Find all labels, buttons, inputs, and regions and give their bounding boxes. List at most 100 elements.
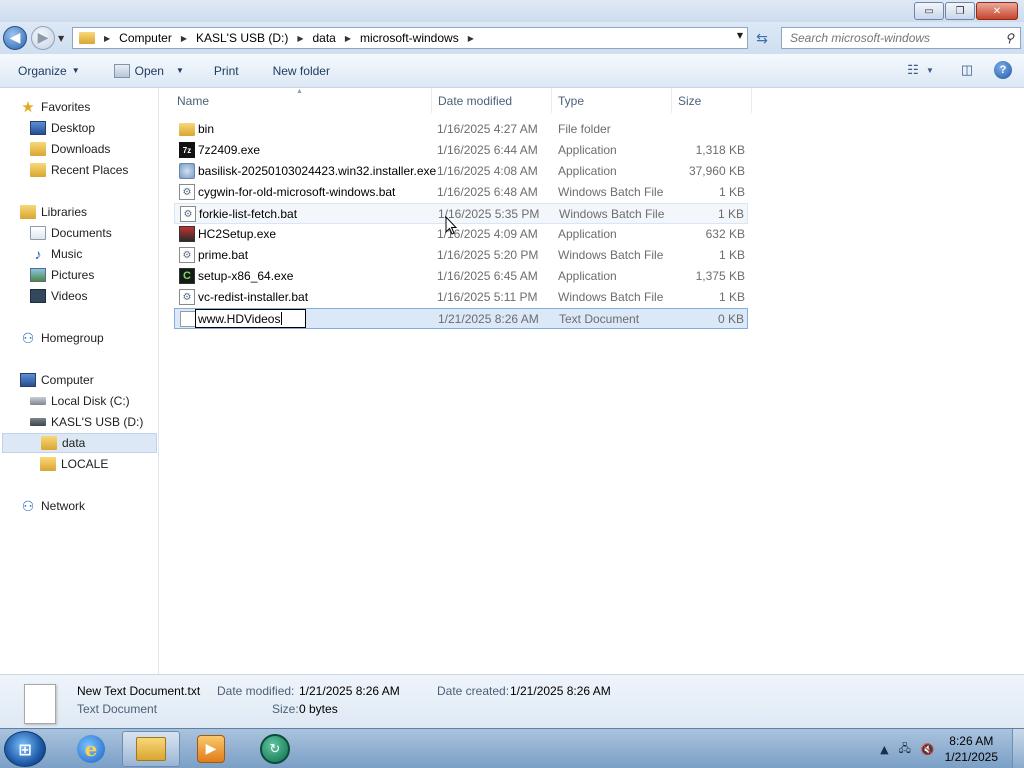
breadcrumb-computer[interactable]: Computer — [119, 31, 172, 45]
nav-label: Videos — [51, 289, 88, 303]
file-size: 0 KB — [717, 312, 744, 326]
nav-videos[interactable]: Videos — [30, 286, 87, 306]
clock[interactable]: 8:26 AM 1/21/2025 — [945, 733, 998, 765]
chevron-down-icon[interactable]: ▼ — [924, 59, 936, 81]
nav-network[interactable]: ⚇ Network — [20, 496, 85, 516]
new-folder-button[interactable]: New folder — [265, 59, 338, 83]
nav-label: Desktop — [51, 121, 96, 135]
nav-data-folder[interactable]: data — [2, 433, 157, 453]
file-row-renaming[interactable]: www.HDVideos 1/21/2025 8:26 AM Text Docu… — [174, 308, 748, 329]
refresh-icon[interactable]: ⇆ — [752, 31, 772, 47]
navigation-pane: ★ Favorites Desktop Downloads Recent Pla… — [0, 88, 159, 674]
rename-input[interactable]: www.HDVideos — [195, 309, 306, 328]
nav-label: LOCALE — [61, 457, 109, 471]
organize-label: Organize — [18, 63, 67, 78]
file-type: Windows Batch File — [559, 207, 665, 221]
chevron-right-icon[interactable]: ▶ — [468, 34, 474, 43]
nav-label: Music — [51, 247, 83, 261]
breadcrumb-usb[interactable]: KASL'S USB (D:) — [196, 31, 288, 45]
chevron-right-icon[interactable]: ▶ — [104, 34, 110, 43]
back-arrow-icon: ◀ — [9, 30, 21, 46]
open-button[interactable]: Open ▼ — [106, 59, 192, 83]
start-button[interactable]: ⊞ — [4, 731, 46, 767]
close-button[interactable]: ✕ — [976, 2, 1018, 20]
nav-desktop[interactable]: Desktop — [30, 118, 95, 138]
taskbar-windows-explorer[interactable] — [122, 731, 180, 767]
minimize-button[interactable]: ▭ — [914, 2, 944, 20]
chevron-right-icon[interactable]: ▶ — [181, 34, 187, 43]
taskbar-internet-explorer[interactable]: e — [62, 731, 120, 767]
file-row-bin[interactable]: bin 1/16/2025 4:27 AM File folder — [174, 119, 748, 140]
address-bar[interactable]: ▶ Computer ▶ KASL'S USB (D:) ▶ data ▶ mi… — [72, 27, 748, 49]
nav-pictures[interactable]: Pictures — [30, 265, 94, 285]
help-button[interactable]: ? — [992, 59, 1014, 81]
search-input[interactable] — [790, 31, 990, 45]
nav-favorites[interactable]: ★ Favorites — [20, 97, 90, 117]
chevron-right-icon[interactable]: ▶ — [297, 34, 303, 43]
clock-date: 1/21/2025 — [944, 750, 998, 764]
print-button[interactable]: Print — [206, 59, 247, 83]
nav-locale-folder[interactable]: LOCALE — [40, 454, 108, 474]
star-icon: ★ — [21, 99, 35, 116]
show-hidden-icons-icon[interactable]: ▲ — [880, 743, 888, 756]
search-icon[interactable]: ⚲ — [1005, 31, 1014, 45]
file-date: 1/16/2025 6:48 AM — [437, 185, 538, 199]
network-icon: ⚇ — [21, 497, 35, 514]
file-row-setup-x86[interactable]: C setup-x86_64.exe 1/16/2025 6:45 AM App… — [174, 266, 748, 287]
clock-time: 8:26 AM — [949, 734, 994, 748]
rename-input-value: www.HDVideos — [198, 311, 281, 326]
show-desktop-button[interactable] — [1012, 729, 1024, 768]
search-box[interactable]: ⚲ — [781, 27, 1021, 49]
batch-file-icon: ⚙ — [179, 289, 195, 305]
forward-button[interactable]: ▶ — [31, 26, 55, 50]
maximize-button[interactable]: ❐ — [945, 2, 975, 20]
taskbar-media-player[interactable]: ▶ — [182, 731, 240, 767]
file-row-vc-redist[interactable]: ⚙ vc-redist-installer.bat 1/16/2025 5:11… — [174, 287, 748, 308]
address-dropdown-icon[interactable]: ▼ — [737, 31, 743, 40]
windows-logo-icon: ⊞ — [18, 739, 32, 759]
nav-label: Local Disk (C:) — [51, 394, 130, 408]
column-header-name[interactable]: Name — [160, 88, 432, 113]
file-row-hc2setup[interactable]: HC2Setup.exe 1/16/2025 4:09 AM Applicati… — [174, 224, 748, 245]
file-row-cygwin-bat[interactable]: ⚙ cygwin-for-old-microsoft-windows.bat 1… — [174, 182, 748, 203]
file-size: 1 KB — [718, 290, 745, 304]
nav-music[interactable]: ♪ Music — [30, 244, 83, 264]
open-with-icon — [113, 63, 130, 78]
address-row: ◀ ▶ ▼ ▶ Computer ▶ KASL'S USB (D:) ▶ dat… — [0, 22, 1024, 54]
file-row-basilisk[interactable]: basilisk-20250103024423.win32.installer.… — [174, 161, 748, 182]
organize-button[interactable]: Organize ▼ — [10, 59, 88, 83]
recent-pages-dropdown[interactable]: ▼ — [58, 34, 64, 43]
column-header-size[interactable]: Size — [672, 88, 752, 113]
network-status-icon[interactable]: 🖧 — [899, 740, 911, 759]
print-label: Print — [213, 63, 239, 78]
column-header-date-modified[interactable]: Date modified — [432, 88, 552, 113]
change-view-icon[interactable]: ☷ — [902, 59, 924, 81]
file-row-7z2409[interactable]: 7z 7z2409.exe 1/16/2025 6:44 AM Applicat… — [174, 140, 748, 161]
volume-muted-icon[interactable]: 🔇 — [921, 743, 935, 756]
nav-local-disk[interactable]: Local Disk (C:) — [30, 391, 130, 411]
nav-computer[interactable]: Computer — [20, 370, 94, 390]
nav-documents[interactable]: Documents — [30, 223, 112, 243]
preview-pane-icon[interactable]: ◫ — [956, 59, 978, 81]
breadcrumb-data[interactable]: data — [312, 31, 335, 45]
nav-label: Computer — [41, 373, 94, 387]
file-row-forkie[interactable]: ⚙ forkie-list-fetch.bat 1/16/2025 5:35 P… — [174, 203, 748, 224]
column-header-type[interactable]: Type — [552, 88, 672, 113]
file-size: 632 KB — [705, 227, 745, 241]
nav-homegroup[interactable]: ⚇ Homegroup — [20, 328, 104, 348]
taskbar-app[interactable]: ↻ — [246, 731, 304, 767]
7zip-icon: 7z — [179, 142, 195, 158]
text-document-icon — [180, 311, 196, 327]
chevron-right-icon[interactable]: ▶ — [345, 34, 351, 43]
new-folder-label: New folder — [272, 63, 330, 78]
back-button[interactable]: ◀ — [3, 26, 27, 50]
file-size: 1 KB — [718, 185, 745, 199]
file-row-prime[interactable]: ⚙ prime.bat 1/16/2025 5:20 PM Windows Ba… — [174, 245, 748, 266]
nav-usb-drive[interactable]: KASL'S USB (D:) — [30, 412, 143, 432]
nav-libraries[interactable]: Libraries — [20, 202, 87, 222]
nav-label: data — [62, 436, 86, 450]
downloads-folder-icon — [30, 142, 46, 156]
nav-recent-places[interactable]: Recent Places — [30, 160, 128, 180]
breadcrumb-microsoft-windows[interactable]: microsoft-windows — [360, 31, 459, 45]
nav-downloads[interactable]: Downloads — [30, 139, 110, 159]
